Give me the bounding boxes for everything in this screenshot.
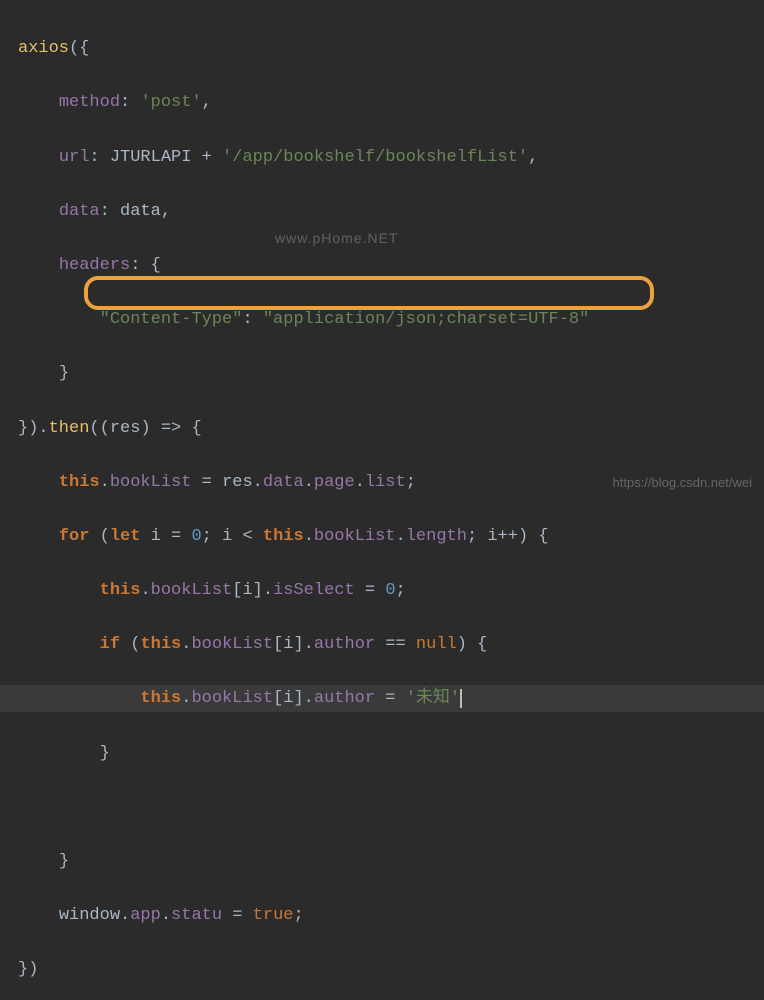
code-line <box>0 794 764 821</box>
code-line: for (let i = 0; i < this.bookList.length… <box>0 523 764 550</box>
code-line: window.app.statu = true; <box>0 902 764 929</box>
code-line: axios({ <box>0 35 764 62</box>
code-line-highlighted: this.bookList[i].isSelect = 0; <box>0 577 764 604</box>
code-line: this.bookList = res.data.page.list; <box>0 469 764 496</box>
fn-call: axios <box>18 39 69 58</box>
code-line: method: 'post', <box>0 89 764 116</box>
text-cursor <box>460 689 462 708</box>
code-line: }) <box>0 956 764 983</box>
code-line: } <box>0 360 764 387</box>
code-line-active: this.bookList[i].author = '未知' <box>0 685 764 712</box>
code-line: } <box>0 740 764 767</box>
code-line: "Content-Type": "application/json;charse… <box>0 306 764 333</box>
code-line: data: data, <box>0 198 764 225</box>
code-line: }).then((res) => { <box>0 415 764 442</box>
code-line: } <box>0 848 764 875</box>
code-line: headers: { <box>0 252 764 279</box>
code-editor[interactable]: axios({ method: 'post', url: JTURLAPI + … <box>0 0 764 1000</box>
code-line: url: JTURLAPI + '/app/bookshelf/bookshel… <box>0 144 764 171</box>
code-line: if (this.bookList[i].author == null) { <box>0 631 764 658</box>
